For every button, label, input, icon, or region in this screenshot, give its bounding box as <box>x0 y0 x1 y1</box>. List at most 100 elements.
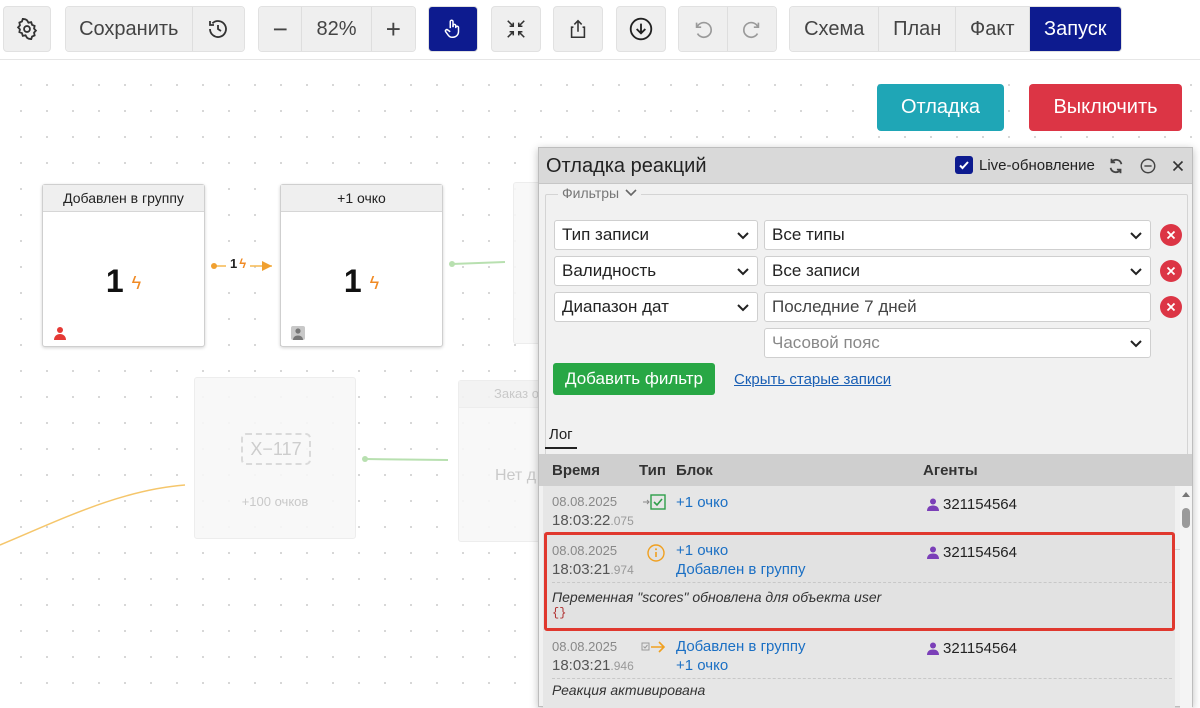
filter-value-validity[interactable]: Все записи <box>764 256 1151 286</box>
edge-arrowhead <box>262 261 272 271</box>
bolt-icon: ϟ <box>131 273 142 294</box>
filter-value-date-range[interactable]: Последние 7 дней <box>764 292 1151 322</box>
user-icon <box>927 642 939 655</box>
filter-field-label: Валидность <box>562 261 657 280</box>
node-count-value: 1 <box>343 263 362 299</box>
node-count: 1ϟ <box>281 263 442 300</box>
chevron-down-icon <box>1130 232 1142 240</box>
live-update-toggle[interactable]: Live-обновление <box>955 156 1095 174</box>
debug-panel-title: Отладка реакций <box>546 155 707 177</box>
remove-filter-button[interactable] <box>1160 224 1182 246</box>
column-agents: Агенты <box>923 462 978 479</box>
close-icon <box>1166 266 1176 276</box>
scroll-thumb[interactable] <box>1182 508 1190 528</box>
edge-counter-value: 1 <box>230 256 238 271</box>
filter-value-label: Все типы <box>772 225 845 244</box>
close-icon <box>1166 230 1176 240</box>
filter-field-record-type[interactable]: Тип записи <box>554 220 758 250</box>
user-icon <box>291 326 305 340</box>
scroll-up-icon[interactable] <box>1182 491 1190 497</box>
filter-value-label: Все записи <box>772 261 860 280</box>
ghost-counter: X−117 <box>241 433 311 465</box>
minimize-icon[interactable] <box>1139 157 1157 175</box>
row-divider <box>552 678 1172 679</box>
remove-filter-button[interactable] <box>1160 260 1182 282</box>
row-block-link[interactable]: +1 очко <box>676 657 728 674</box>
node-plus-one-point[interactable]: +1 очко 1ϟ <box>280 184 443 347</box>
timezone-placeholder: Часовой пояс <box>772 333 880 352</box>
user-icon <box>927 498 939 511</box>
node-title-text: Добавлен в группу <box>63 190 184 206</box>
column-time: Время <box>552 462 600 479</box>
filters-toggle[interactable]: Фильтры <box>558 185 642 201</box>
log-table-header: Время Тип Блок Агенты <box>539 454 1192 486</box>
ghost-node-empty: Нет д <box>495 467 537 484</box>
tab-log-label: Лог <box>549 426 573 443</box>
hide-old-records-link[interactable]: Скрыть старые записи <box>734 371 891 388</box>
arrow-right-icon <box>641 641 666 653</box>
row-time: 18:03:22.075 <box>552 512 634 529</box>
log-row[interactable]: 08.08.2025 18:03:21.946 Добавлен в групп… <box>543 630 1175 708</box>
chevron-down-icon <box>1130 268 1142 276</box>
refresh-icon[interactable] <box>1107 157 1125 175</box>
filters-label: Фильтры <box>562 185 620 201</box>
row-agent-id: 321154564 <box>943 640 1017 657</box>
row-time-value: 18:03:21 <box>552 657 611 674</box>
log-row[interactable]: 08.08.2025 18:03:22.075 +1 очко 32115456… <box>543 486 1175 534</box>
close-icon[interactable] <box>1169 157 1187 175</box>
close-icon <box>1166 302 1176 312</box>
row-block-link[interactable]: Добавлен в группу <box>676 638 805 655</box>
row-block-link[interactable]: +1 очко <box>676 494 728 511</box>
row-agent[interactable]: 321154564 <box>927 496 1017 513</box>
timezone-select[interactable]: Часовой пояс <box>764 328 1151 358</box>
node-count: 1ϟ <box>43 263 204 300</box>
chevron-down-icon <box>1130 340 1142 348</box>
edge-node2-dot <box>449 261 455 267</box>
log-scrollbar[interactable] <box>1180 486 1192 708</box>
bolt-icon: ϟ <box>239 256 247 271</box>
row-agent[interactable]: 321154564 <box>927 640 1017 657</box>
node-added-to-group[interactable]: Добавлен в группу 1ϟ <box>42 184 205 347</box>
node-title: Добавлен в группу <box>43 185 204 212</box>
node-title: +1 очко <box>281 185 442 212</box>
bolt-icon: ϟ <box>369 273 380 294</box>
filter-field-label: Диапазон дат <box>562 297 669 316</box>
filter-value-label: Последние 7 дней <box>772 297 917 316</box>
ghost-node-points[interactable]: X−117 +100 очков <box>194 377 356 539</box>
column-block: Блок <box>676 462 713 479</box>
highlight-box <box>544 532 1175 631</box>
row-time-ms: .946 <box>610 659 634 673</box>
chevron-down-icon <box>737 304 749 312</box>
check-icon <box>959 161 969 170</box>
filter-field-date-range[interactable]: Диапазон дат <box>554 292 758 322</box>
ghost-node-order[interactable]: Заказ о Нет д <box>458 380 548 542</box>
add-filter-button[interactable]: Добавить фильтр <box>553 363 715 395</box>
row-date: 08.08.2025 <box>552 639 618 654</box>
arrow-check-icon <box>643 494 666 510</box>
chevron-down-icon <box>737 268 749 276</box>
row-date: 08.08.2025 <box>552 494 618 509</box>
edge-main-dot <box>211 263 217 269</box>
tab-log[interactable]: Лог <box>545 426 577 449</box>
chevron-down-icon <box>625 189 637 197</box>
edge-incoming <box>0 484 186 546</box>
column-type: Тип <box>639 462 666 479</box>
filter-value-record-type[interactable]: Все типы <box>764 220 1151 250</box>
add-filter-label: Добавить фильтр <box>564 369 704 388</box>
edge-ghost-dot <box>362 456 368 462</box>
edge-ghost <box>364 458 449 461</box>
live-update-label: Live-обновление <box>979 156 1095 174</box>
filter-field-validity[interactable]: Валидность <box>554 256 758 286</box>
row-time-ms: .075 <box>610 514 634 528</box>
edge-node2-right <box>451 261 506 265</box>
debug-panel-header[interactable]: Отладка реакций Live-обновление <box>539 148 1192 184</box>
row-message: Реакция активирована <box>552 682 706 698</box>
node-title-text: +1 очко <box>337 190 386 206</box>
row-time-value: 18:03:22 <box>552 512 611 529</box>
remove-filter-button[interactable] <box>1160 296 1182 318</box>
ghost-counter-text: X−117 <box>250 438 302 459</box>
user-icon <box>54 327 66 340</box>
live-update-checkbox[interactable] <box>955 156 973 174</box>
row-time: 18:03:21.946 <box>552 657 634 674</box>
ghost-node-label: +100 очков <box>241 494 309 509</box>
